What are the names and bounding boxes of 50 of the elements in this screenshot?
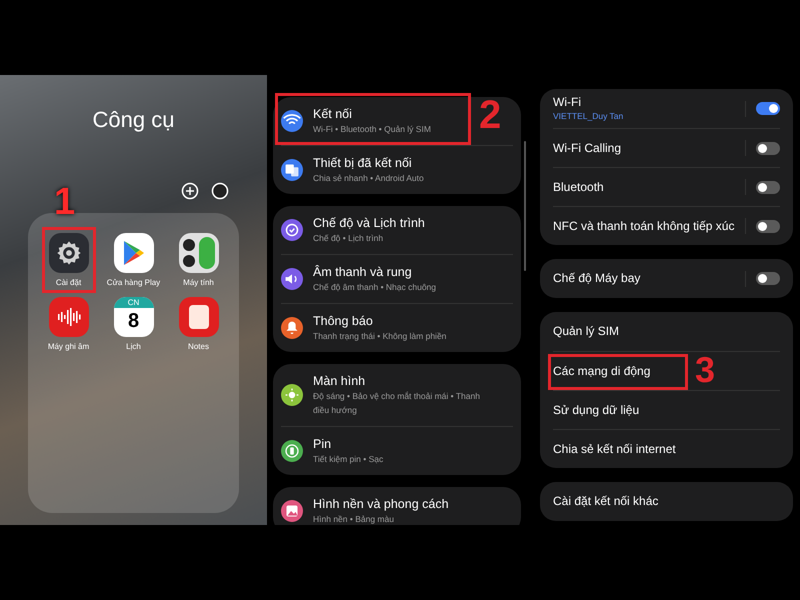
step-number: 3: [695, 352, 716, 388]
setting-label[interactable]: Sử dụng dữ liệu: [553, 402, 640, 418]
folder-title: Công cụ: [92, 106, 174, 134]
toggle-switch[interactable]: [756, 180, 780, 194]
toggle-switch[interactable]: [756, 102, 780, 115]
toggle-switch[interactable]: [756, 220, 780, 232]
color-dot-icon[interactable]: [211, 182, 229, 200]
add-icon[interactable]: [181, 182, 199, 200]
toggle-switch[interactable]: [756, 272, 780, 285]
setting-subtitle: Chế độ âm thanh • Nhạc chuông: [313, 281, 438, 294]
setting-label[interactable]: Wi-Fi: [553, 95, 581, 110]
calculator-icon[interactable]: [178, 233, 218, 273]
toggle-switch[interactable]: [756, 142, 780, 154]
setting-subtitle: Chế độ • Lịch trình: [313, 232, 384, 245]
setting-title[interactable]: Thiết bị đã kết nối: [313, 155, 448, 171]
setting-subtitle: Hình nền • Bảng màu: [313, 513, 395, 525]
setting-title[interactable]: Âm thanh và rung: [313, 264, 460, 280]
step-number: 1: [54, 183, 76, 221]
setting-label[interactable]: NFC và thanh toán không tiếp xúc: [553, 218, 734, 234]
sound-wave-icon[interactable]: [48, 297, 88, 337]
setting-label[interactable]: Bluetooth: [553, 180, 604, 194]
setting-label[interactable]: Cài đặt kết nối khác: [553, 494, 658, 509]
app-label[interactable]: Máy ghi âm: [48, 341, 90, 353]
app-label[interactable]: Máy tính: [183, 277, 214, 289]
setting-subtitle: Chia sẻ nhanh • Android Auto: [313, 172, 425, 185]
play-store-icon[interactable]: [114, 233, 154, 273]
setting-title[interactable]: Hình nền và phong cách: [313, 496, 449, 512]
setting-label[interactable]: Các mạng di động: [553, 364, 650, 378]
setting-label[interactable]: Chế độ Máy bay: [553, 271, 640, 286]
setting-subtitle: Thanh trạng thái • Không làm phiền: [313, 330, 448, 343]
app-label[interactable]: Notes: [188, 341, 209, 353]
setting-title[interactable]: Chế độ và Lịch trình: [313, 215, 425, 231]
gear-icon[interactable]: [48, 233, 88, 273]
setting-subtitle: Tiết kiệm pin • Sạc: [313, 453, 384, 466]
setting-title[interactable]: Màn hình: [313, 373, 513, 389]
setting-subtitle: Wi-Fi • Bluetooth • Quản lý SIM: [313, 123, 432, 136]
calendar-icon[interactable]: CN 8: [114, 297, 154, 337]
setting-label[interactable]: Chia sẻ kết nối internet: [553, 442, 676, 456]
notes-icon[interactable]: [178, 297, 218, 337]
setting-label[interactable]: Quản lý SIM: [553, 324, 620, 339]
setting-title[interactable]: Thông báo: [313, 313, 470, 329]
setting-label[interactable]: Wi-Fi Calling: [553, 140, 622, 156]
app-label[interactable]: Cửa hàng Play: [106, 277, 160, 289]
network-name: VIETTEL_Duy Tan: [553, 110, 624, 122]
setting-title[interactable]: Kết nối: [313, 106, 455, 122]
app-label[interactable]: Cài đặt: [56, 277, 82, 289]
app-label[interactable]: Lịch: [126, 341, 141, 353]
setting-title[interactable]: Pin: [313, 436, 408, 452]
setting-subtitle: Độ sáng • Bảo vệ cho mắt thoải mái • Thanh điều hướng: [313, 390, 481, 417]
step-number: 2: [479, 95, 502, 135]
